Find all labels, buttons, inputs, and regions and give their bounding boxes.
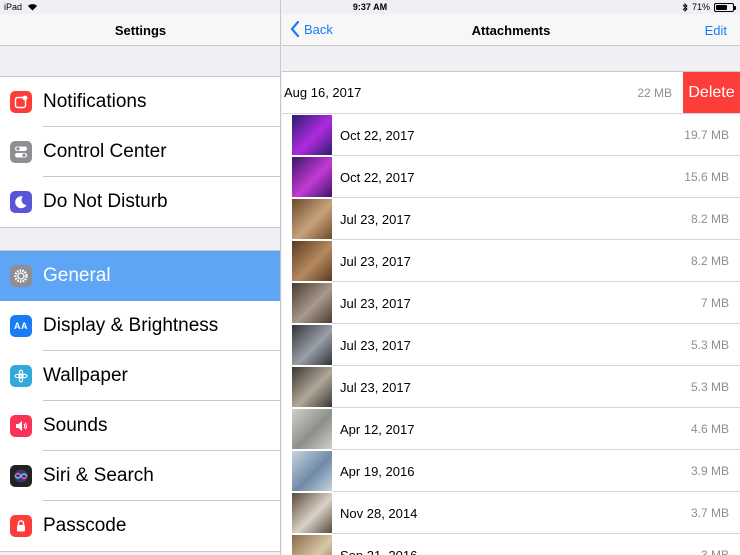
swiped-attachment-row[interactable]: Aug 16, 2017 22 MB Delete <box>282 72 740 114</box>
attachment-thumbnail <box>292 157 332 197</box>
lock-icon <box>10 515 32 537</box>
attachment-thumbnail <box>292 367 332 407</box>
settings-item-label: Sounds <box>43 415 108 436</box>
settings-item-label: General <box>43 265 111 286</box>
attachment-thumbnail <box>292 535 332 555</box>
attachment-date: Nov 28, 2014 <box>340 506 418 521</box>
attachment-date: Oct 22, 2017 <box>340 170 415 185</box>
wallpaper-icon <box>10 365 32 387</box>
attachment-thumbnail <box>292 283 332 323</box>
attachment-thumbnail <box>292 451 332 491</box>
attachment-thumbnail <box>292 199 332 239</box>
attachment-size: 8.2 MB <box>690 254 729 268</box>
attachment-thumbnail <box>292 115 332 155</box>
settings-item-label: Siri & Search <box>43 465 154 486</box>
attachment-size: 22 MB <box>637 86 672 100</box>
settings-nav-bar: Settings <box>0 14 280 46</box>
attachment-date: Aug 16, 2017 <box>284 85 362 100</box>
attachment-size: 19.7 MB <box>684 128 729 142</box>
attachment-size: 3 MB <box>700 548 729 555</box>
settings-item-passcode[interactable]: Passcode <box>0 501 280 551</box>
moon-icon <box>10 191 32 213</box>
attachment-date: Apr 19, 2016 <box>340 464 415 479</box>
settings-item-notifications[interactable]: Notifications <box>0 77 280 127</box>
attachment-row[interactable]: Jul 23, 2017 8.2 MB <box>282 198 740 240</box>
attachment-row[interactable]: Jul 23, 2017 5.3 MB <box>282 366 740 408</box>
attachment-row[interactable]: Jul 23, 2017 8.2 MB <box>282 240 740 282</box>
attachment-thumbnail <box>292 241 332 281</box>
gear-icon <box>10 265 32 287</box>
attachment-thumbnail <box>292 493 332 533</box>
attachment-row[interactable]: Nov 28, 2014 3.7 MB <box>282 492 740 534</box>
attachment-row[interactable]: Jul 23, 2017 7 MB <box>282 282 740 324</box>
attachment-date: Jul 23, 2017 <box>340 296 411 311</box>
settings-item-do-not-disturb[interactable]: Do Not Disturb <box>0 177 280 227</box>
attachment-size: 4.6 MB <box>690 422 729 436</box>
attachment-date: Jul 23, 2017 <box>340 380 411 395</box>
settings-item-label: Passcode <box>43 515 127 536</box>
attachment-date: Jul 23, 2017 <box>340 254 411 269</box>
settings-item-label: Wallpaper <box>43 365 128 386</box>
notifications-icon <box>10 91 32 113</box>
settings-group-1: Notifications Control Center Do Not Distur… <box>0 76 280 228</box>
status-time: 9:37 AM <box>352 2 388 12</box>
attachment-size: 8.2 MB <box>690 212 729 226</box>
status-bar: iPad 9:37 AM 71% <box>0 0 740 14</box>
attachment-row[interactable]: Sep 21, 2016 3 MB <box>282 534 740 555</box>
attachment-size: 15.6 MB <box>684 170 729 184</box>
delete-button[interactable]: Delete <box>683 72 740 113</box>
attachment-row[interactable]: Oct 22, 2017 19.7 MB <box>282 114 740 156</box>
attachment-size: 3.7 MB <box>690 506 729 520</box>
settings-pane: Settings Notifications Control Center Do N… <box>0 0 281 555</box>
attachments-title: Attachments <box>471 23 551 38</box>
attachment-row[interactable]: Oct 22, 2017 15.6 MB <box>282 156 740 198</box>
attachments-nav-bar: Back Attachments Edit <box>282 14 740 46</box>
settings-item-label: Do Not Disturb <box>43 191 168 212</box>
attachment-size: 5.3 MB <box>690 380 729 394</box>
settings-title: Settings <box>114 23 167 38</box>
attachments-pane: Back Attachments Edit Aug 16, 2017 22 MB… <box>282 0 740 555</box>
attachment-size: 3.9 MB <box>690 464 729 478</box>
attachment-size: 7 MB <box>700 296 729 310</box>
attachment-date: Apr 12, 2017 <box>340 422 415 437</box>
display-brightness-icon: AA <box>10 315 32 337</box>
settings-item-wallpaper[interactable]: Wallpaper <box>0 351 280 401</box>
attachment-row[interactable]: Apr 19, 2016 3.9 MB <box>282 450 740 492</box>
settings-item-label: Display & Brightness <box>43 315 219 336</box>
settings-item-siri-search[interactable]: Siri & Search <box>0 451 280 501</box>
attachment-date: Jul 23, 2017 <box>340 212 411 227</box>
attachment-row[interactable]: Apr 12, 2017 4.6 MB <box>282 408 740 450</box>
speaker-icon <box>10 415 32 437</box>
siri-icon <box>10 465 32 487</box>
attachment-date: Oct 22, 2017 <box>340 128 415 143</box>
attachment-thumbnail <box>292 409 332 449</box>
attachment-date: Sep 21, 2016 <box>340 548 417 555</box>
settings-item-sounds[interactable]: Sounds <box>0 401 280 451</box>
settings-item-label: Control Center <box>43 141 167 162</box>
settings-item-label: Notifications <box>43 91 147 112</box>
attachments-list: Aug 16, 2017 22 MB Delete Oct 22, 2017 19… <box>282 71 740 555</box>
settings-item-general[interactable]: General <box>0 251 280 301</box>
settings-item-display-brightness[interactable]: AA Display & Brightness <box>0 301 280 351</box>
settings-group-2: General AA Display & Brightness Wallpaper So… <box>0 250 280 552</box>
control-center-icon <box>10 141 32 163</box>
attachment-size: 5.3 MB <box>690 338 729 352</box>
edit-button[interactable]: Edit <box>705 23 727 38</box>
battery-percent: 71% <box>691 2 710 12</box>
battery-icon <box>714 2 736 12</box>
attachment-row[interactable]: Jul 23, 2017 5.3 MB <box>282 324 740 366</box>
settings-item-control-center[interactable]: Control Center <box>0 127 280 177</box>
bluetooth-icon <box>682 2 688 12</box>
attachment-date: Jul 23, 2017 <box>340 338 411 353</box>
attachment-thumbnail <box>292 325 332 365</box>
